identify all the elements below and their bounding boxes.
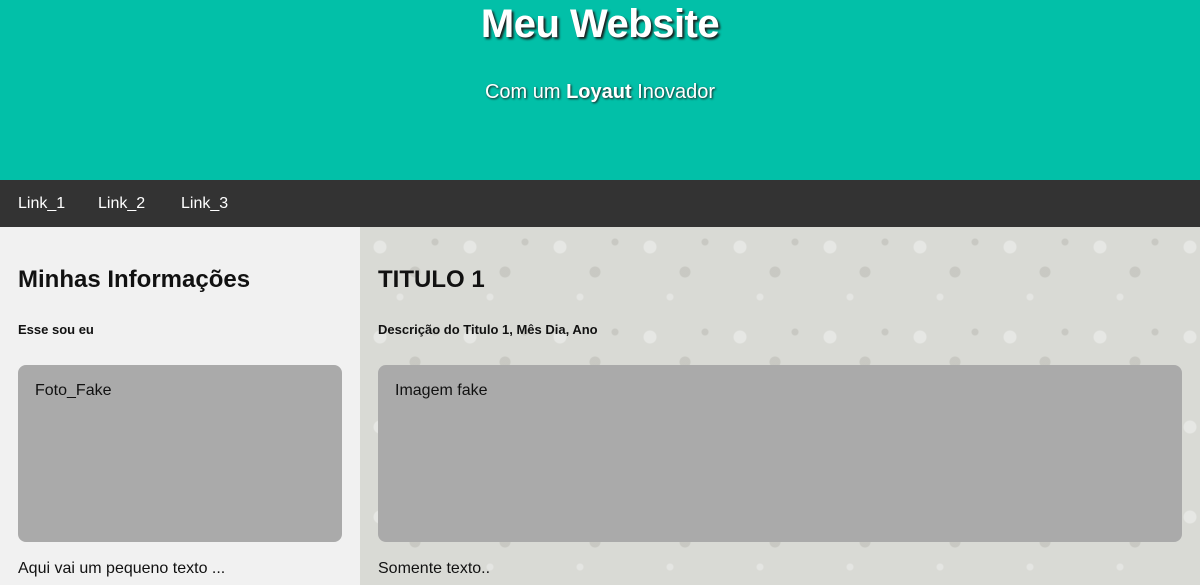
nav-link-3[interactable]: Link_3 [181, 180, 228, 227]
site-header: Meu Website Com um Loyaut Inovador [0, 0, 1200, 180]
subtitle-bold-word: Loyaut [566, 81, 632, 103]
post-title: TITULO 1 [378, 266, 485, 293]
site-title: Meu Website [480, 2, 720, 46]
post-image-placeholder: Imagem fake [378, 365, 1182, 542]
profile-photo-placeholder: Foto_Fake [18, 365, 342, 542]
sidebar-heading: Minhas Informações [18, 266, 251, 293]
site-subtitle: Com um Loyaut Inovador [0, 78, 1200, 106]
subtitle-prefix: Com um [484, 81, 567, 103]
post-description: Descrição do Titulo 1, Mês Dia, Ano [378, 322, 598, 337]
nav-link-1[interactable]: Link_1 [18, 180, 65, 227]
subtitle-suffix: Inovador [631, 81, 716, 103]
sidebar-card: Minhas Informações Esse sou eu Foto_Fake… [0, 227, 360, 585]
sidebar-subheading: Esse sou eu [18, 322, 94, 337]
main-card: TITULO 1 Descrição do Titulo 1, Mês Dia,… [360, 227, 1200, 585]
post-text: Somente texto.. [378, 560, 491, 577]
navbar: Link_1 Link_2 Link_3 [0, 180, 1200, 227]
sidebar-text: Aqui vai um pequeno texto ... [18, 560, 226, 577]
nav-link-2[interactable]: Link_2 [98, 180, 145, 227]
